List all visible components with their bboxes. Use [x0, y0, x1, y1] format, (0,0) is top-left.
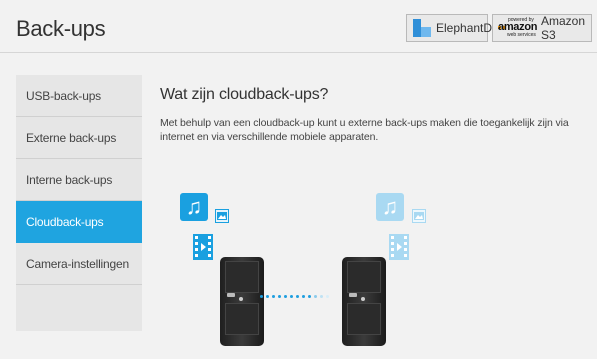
nas-device-icon — [342, 257, 386, 346]
amazon-web-services-logo-icon: powered by amazon web services — [498, 17, 538, 38]
music-note-icon: ♫ — [180, 193, 208, 221]
video-icon — [193, 234, 213, 260]
sidebar: USB-back-ups Externe back-ups Interne ba… — [16, 75, 142, 331]
cloud-backup-illustration: ♫ ♫ — [160, 180, 460, 359]
sidebar-item-interne-back-ups[interactable]: Interne back-ups — [16, 159, 142, 201]
header: Back-ups ElephantDrive powered by amazon… — [0, 0, 597, 53]
sidebar-item-usb-back-ups[interactable]: USB-back-ups — [16, 75, 142, 117]
connection-dots — [260, 295, 332, 298]
amazon-s3-button[interactable]: powered by amazon web services Amazon S3 — [492, 14, 592, 42]
main-content: Wat zijn cloudback-ups? Met behulp van e… — [160, 86, 590, 144]
sidebar-item-cloudback-ups[interactable]: Cloudback-ups — [16, 201, 142, 243]
picture-icon — [215, 209, 229, 223]
sidebar-item-externe-back-ups[interactable]: Externe back-ups — [16, 117, 142, 159]
amazon-s3-label: Amazon S3 — [541, 14, 586, 42]
section-description: Met behulp van een cloudback-up kunt u e… — [160, 117, 569, 143]
video-icon — [389, 234, 409, 260]
sidebar-item-camera-instellingen[interactable]: Camera-instellingen — [16, 243, 142, 285]
nas-device-icon — [220, 257, 264, 346]
elephantdrive-button[interactable]: ElephantDrive — [406, 14, 511, 42]
page-title: Back-ups — [16, 16, 106, 41]
elephantdrive-logo-icon — [413, 19, 431, 37]
section-heading: Wat zijn cloudback-ups? — [160, 86, 329, 103]
picture-icon — [412, 209, 426, 223]
music-note-icon: ♫ — [376, 193, 404, 221]
